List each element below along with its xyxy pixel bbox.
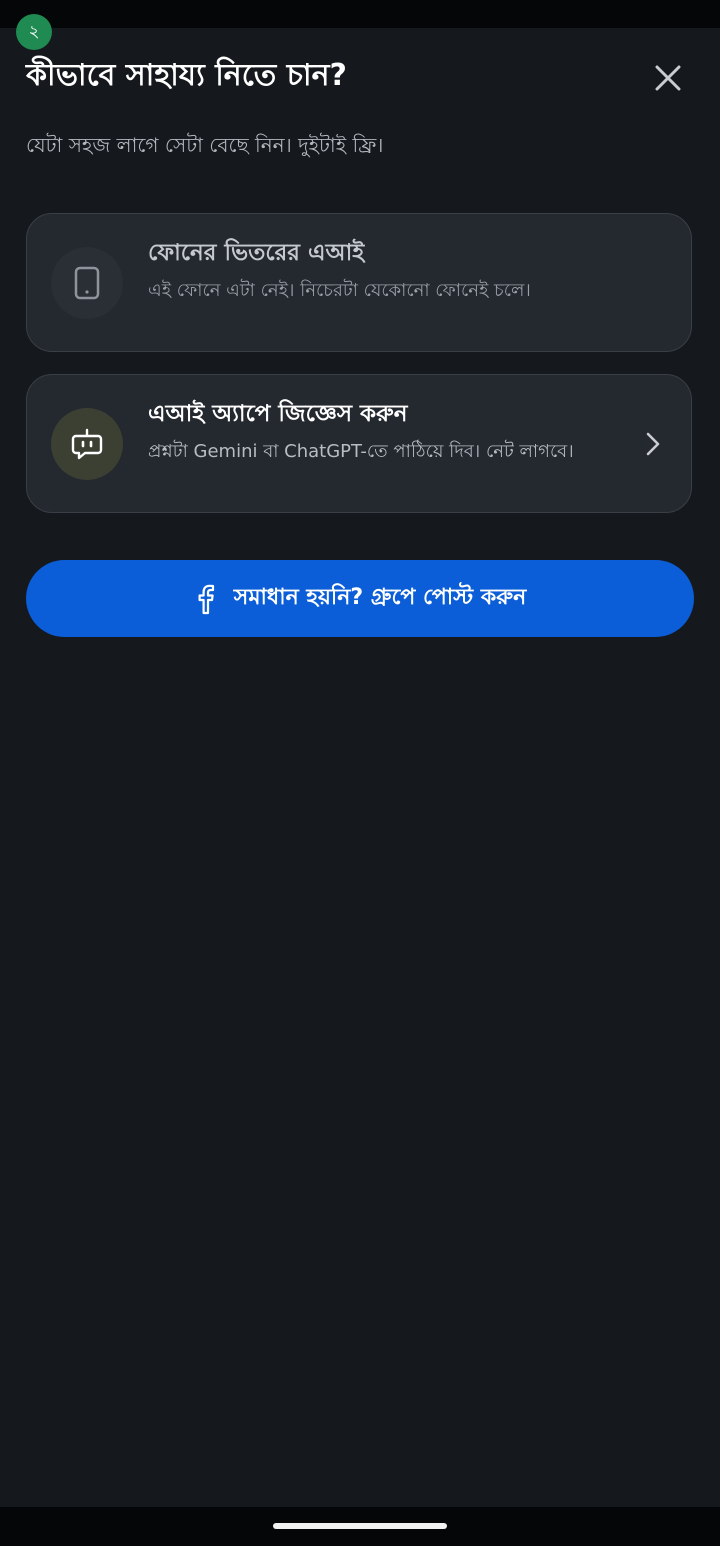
option-icon-container — [51, 247, 123, 319]
chevron-right-icon — [641, 425, 665, 463]
option-title: এআই অ্যাপে জিজ্ঞেস করুন — [148, 401, 408, 427]
option-icon-container — [51, 408, 123, 480]
option-ask-ai-app[interactable]: এআই অ্যাপে জিজ্ঞেস করুন প্রশ্নটা Gemini … — [26, 374, 692, 513]
post-to-group-button[interactable]: সমাধান হয়নি? গ্রুপে পোস্ট করুন — [26, 560, 694, 637]
option-title: ফোনের ভিতরের এআই — [148, 240, 365, 266]
smartphone-icon — [74, 266, 100, 300]
robot-chat-icon — [71, 428, 103, 460]
facebook-icon — [194, 583, 216, 615]
step-badge: ২ — [16, 14, 52, 50]
status-bar — [0, 0, 720, 28]
page-title: কীভাবে সাহায্য নিতে চান? — [26, 58, 347, 93]
navigation-bar — [0, 1507, 720, 1546]
option-on-device-ai: ফোনের ভিতরের এআই এই ফোনে এটা নেই। নিচেরট… — [26, 213, 692, 352]
close-icon — [655, 65, 681, 91]
page-subtitle: যেটা সহজ লাগে সেটা বেছে নিন। দুইটাই ফ্রি… — [26, 133, 384, 157]
option-description: প্রশ্নটা Gemini বা ChatGPT-তে পাঠিয়ে দি… — [148, 441, 574, 462]
help-options-sheet: ২ কীভাবে সাহায্য নিতে চান? যেটা সহজ লাগে… — [0, 0, 720, 1546]
post-to-group-label: সমাধান হয়নি? গ্রুপে পোস্ট করুন — [233, 585, 527, 610]
close-button[interactable] — [646, 56, 690, 100]
option-description: এই ফোনে এটা নেই। নিচেরটা যেকোনো ফোনেই চল… — [148, 280, 531, 301]
home-indicator[interactable] — [273, 1523, 447, 1529]
